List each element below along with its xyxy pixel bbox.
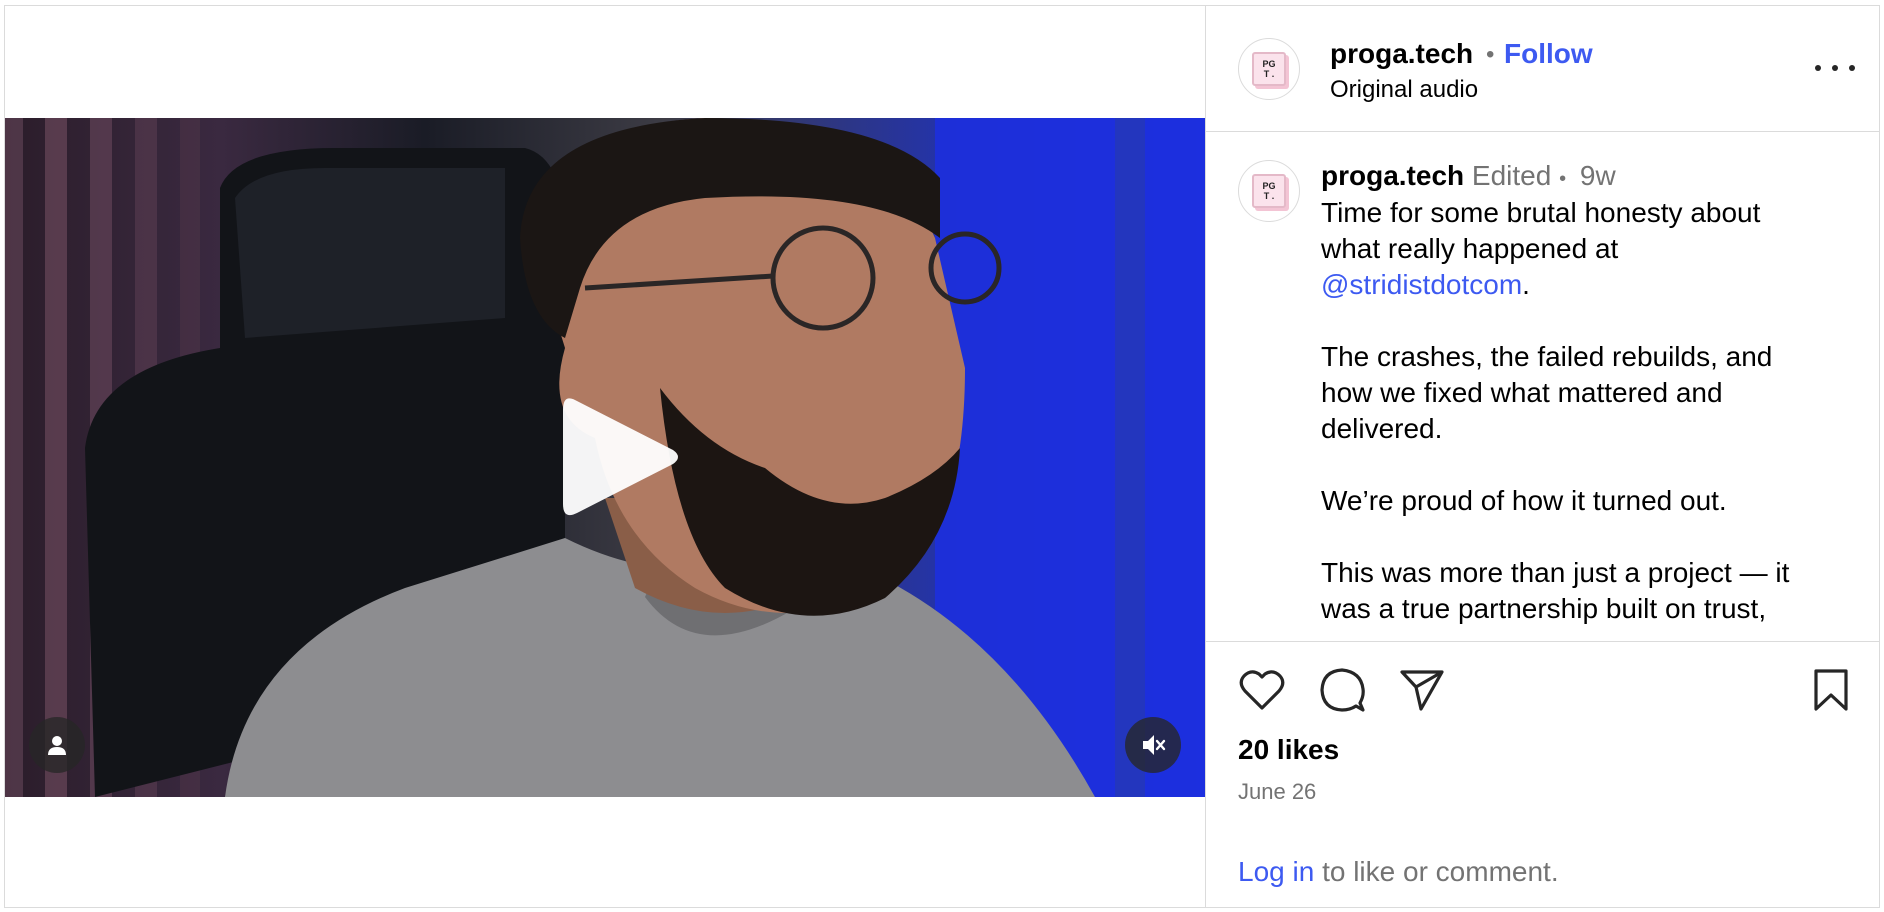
login-prompt: Log in to like or comment.	[1238, 856, 1559, 888]
tagged-user-button[interactable]	[29, 717, 85, 773]
action-bar	[1238, 666, 1855, 714]
brand-logo: PG T .	[1252, 52, 1286, 86]
more-dot	[1815, 65, 1821, 71]
post-side-panel: PG T . proga.tech • Follow Original audio…	[1205, 6, 1879, 907]
more-dot	[1832, 65, 1838, 71]
video-player[interactable]	[5, 118, 1205, 797]
mute-toggle-button[interactable]	[1125, 717, 1181, 773]
more-options-button[interactable]	[1815, 56, 1855, 80]
likes-count[interactable]: 20 likes	[1238, 734, 1339, 766]
follow-button[interactable]: Follow	[1504, 38, 1593, 70]
caption-area[interactable]: PG T . proga.tech Edited • 9w Time for so…	[1206, 133, 1879, 642]
caption-text: Time for some brutal honesty about what …	[1321, 195, 1821, 641]
save-button[interactable]	[1807, 666, 1855, 714]
avatar[interactable]: PG T .	[1238, 160, 1300, 222]
brand-logo: PG T .	[1252, 174, 1286, 208]
caption-meta: proga.tech Edited • 9w	[1321, 160, 1616, 192]
comment-button[interactable]	[1318, 666, 1366, 714]
audio-label[interactable]: Original audio	[1330, 76, 1478, 104]
instagram-post: PG T . proga.tech • Follow Original audio…	[4, 5, 1880, 908]
post-date[interactable]: June 26	[1238, 779, 1316, 805]
caption-username[interactable]: proga.tech	[1321, 160, 1464, 191]
more-dot	[1849, 65, 1855, 71]
caption-line: Time for some brutal honesty about what …	[1321, 197, 1761, 264]
paper-plane-icon	[1400, 670, 1444, 711]
caption-paragraph: We’re proud of how it turned out.	[1321, 485, 1727, 516]
edited-label: Edited	[1471, 160, 1552, 191]
comment-icon	[1320, 668, 1365, 712]
caption-separator: •	[1559, 168, 1567, 190]
caption-punctuation: .	[1522, 269, 1530, 300]
header-separator: •	[1486, 41, 1495, 68]
caption-paragraph: Time for some brutal honesty about what …	[1321, 195, 1821, 303]
login-link[interactable]: Log in	[1238, 856, 1314, 887]
heart-icon	[1239, 670, 1285, 710]
post-header: PG T . proga.tech • Follow Original audio	[1206, 6, 1879, 132]
avatar[interactable]: PG T .	[1238, 38, 1300, 100]
media-pane	[5, 6, 1205, 907]
mention-link[interactable]: @stridistdotcom	[1321, 269, 1522, 300]
caption-paragraph: The crashes, the failed rebuilds, and ho…	[1321, 341, 1773, 444]
like-button[interactable]	[1238, 666, 1286, 714]
muted-speaker-icon	[1143, 735, 1166, 755]
user-icon	[48, 736, 66, 755]
caption-paragraph: This was more than just a project — it w…	[1321, 557, 1790, 624]
header-username[interactable]: proga.tech	[1330, 38, 1473, 70]
play-icon[interactable]	[553, 392, 683, 522]
login-prompt-text: to like or comment.	[1314, 856, 1559, 887]
share-button[interactable]	[1398, 666, 1446, 714]
post-age[interactable]: 9w	[1580, 160, 1616, 191]
bookmark-icon	[1814, 669, 1848, 711]
